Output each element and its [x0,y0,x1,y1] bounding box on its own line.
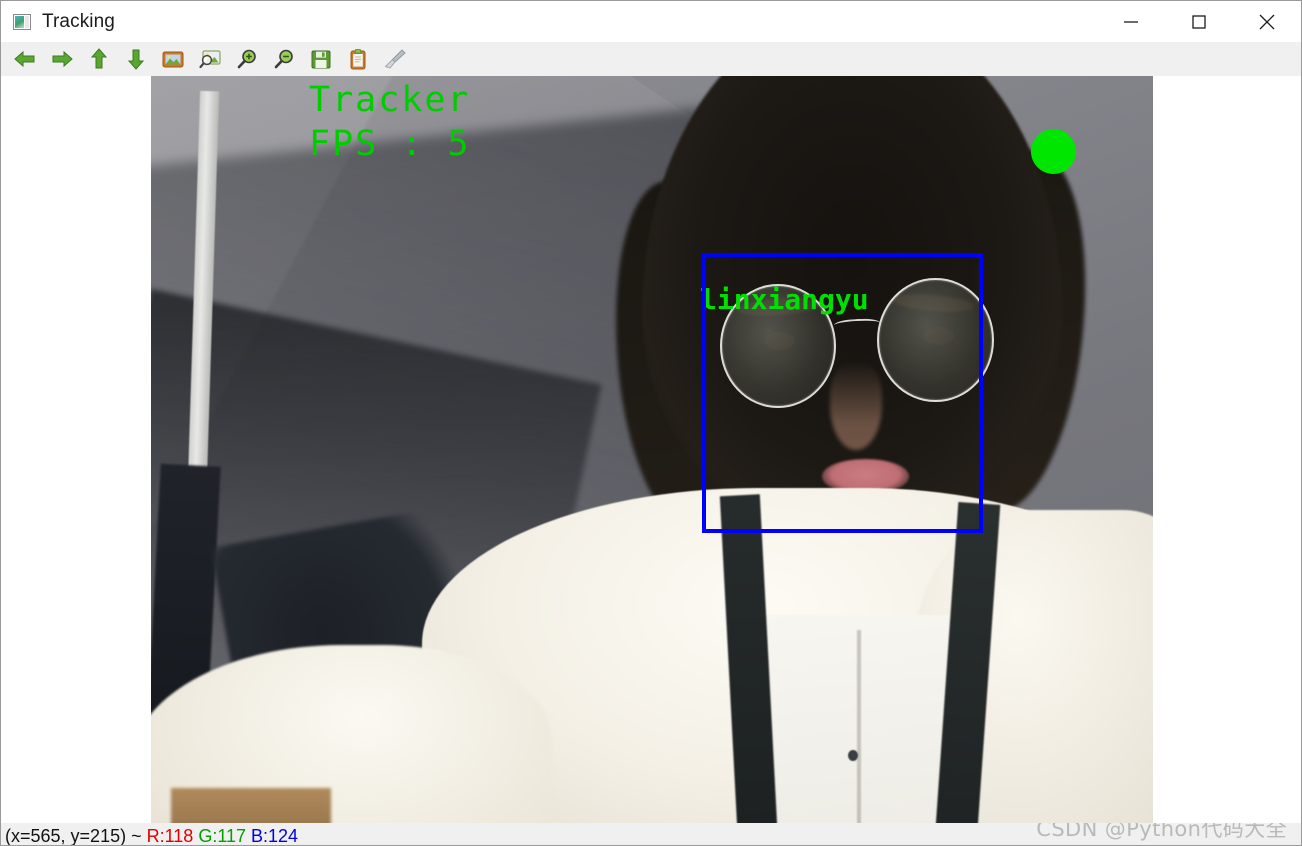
arrow-down-icon [127,49,144,70]
face-bounding-box [702,253,983,533]
arrow-left-icon [13,50,34,68]
status-bar: (x=565, y=215) ~ R:118 G:117 B:124 CSDN … [1,823,1301,845]
shirt-placket [857,630,862,823]
minimize-icon [1124,20,1138,23]
magnifier-minus-icon [274,49,293,69]
pixel-blue-value: B:124 [251,826,299,845]
arrow-right-icon [52,50,73,68]
magnifier-plus-icon [237,49,256,69]
maximize-button[interactable] [1165,1,1233,42]
cursor-coords: (x=565, y=215) ~ [5,826,147,845]
window-controls [1097,1,1301,42]
save-button[interactable] [306,46,335,72]
close-icon [1259,14,1275,29]
broom-icon [384,49,406,69]
clear-button[interactable] [380,46,409,72]
title-bar: Tracking [1,1,1301,42]
window-title: Tracking [42,10,115,32]
copy-button[interactable] [343,46,372,72]
floppy-disk-icon [311,50,330,69]
image-thumbnail-icon [13,13,31,30]
pan-left-button[interactable] [10,46,39,72]
pan-down-button[interactable] [121,46,150,72]
pan-up-button[interactable] [84,46,113,72]
pixel-green-value: G:117 [198,826,247,845]
desk-edge [171,787,332,823]
picture-frame-icon [162,51,183,68]
tracker-overlay-label: Tracker [309,80,471,120]
clipboard-icon [350,49,365,70]
video-frame[interactable]: Tracker FPS : 5 linxiangyu [151,76,1153,823]
pixel-red-value: R:118 [146,826,194,845]
canvas-area[interactable]: Tracker FPS : 5 linxiangyu [1,76,1301,823]
cursor-readout: (x=565, y=215) ~ R:118 G:117 B:124 [5,825,298,845]
webcam-frame-image [151,76,1153,823]
zoom-in-button[interactable] [232,46,261,72]
picture-magnifier-icon [198,50,221,69]
minimize-button[interactable] [1097,1,1165,42]
fps-overlay-label: FPS : 5 [309,124,471,164]
tracking-window: Tracking Tracker FPS: 5 linxiangyu (x=5… [0,0,1302,846]
maximize-icon [1192,14,1206,29]
zoom-rect-button[interactable] [195,46,224,72]
reset-view-button[interactable] [158,46,187,72]
close-button[interactable] [1233,1,1301,42]
toolbar [1,42,1301,76]
zoom-out-button[interactable] [269,46,298,72]
status-indicator-dot [1031,129,1076,174]
watermark: CSDN @Python代码大全 [1036,823,1287,841]
pan-right-button[interactable] [47,46,76,72]
arrow-up-icon [90,48,107,69]
